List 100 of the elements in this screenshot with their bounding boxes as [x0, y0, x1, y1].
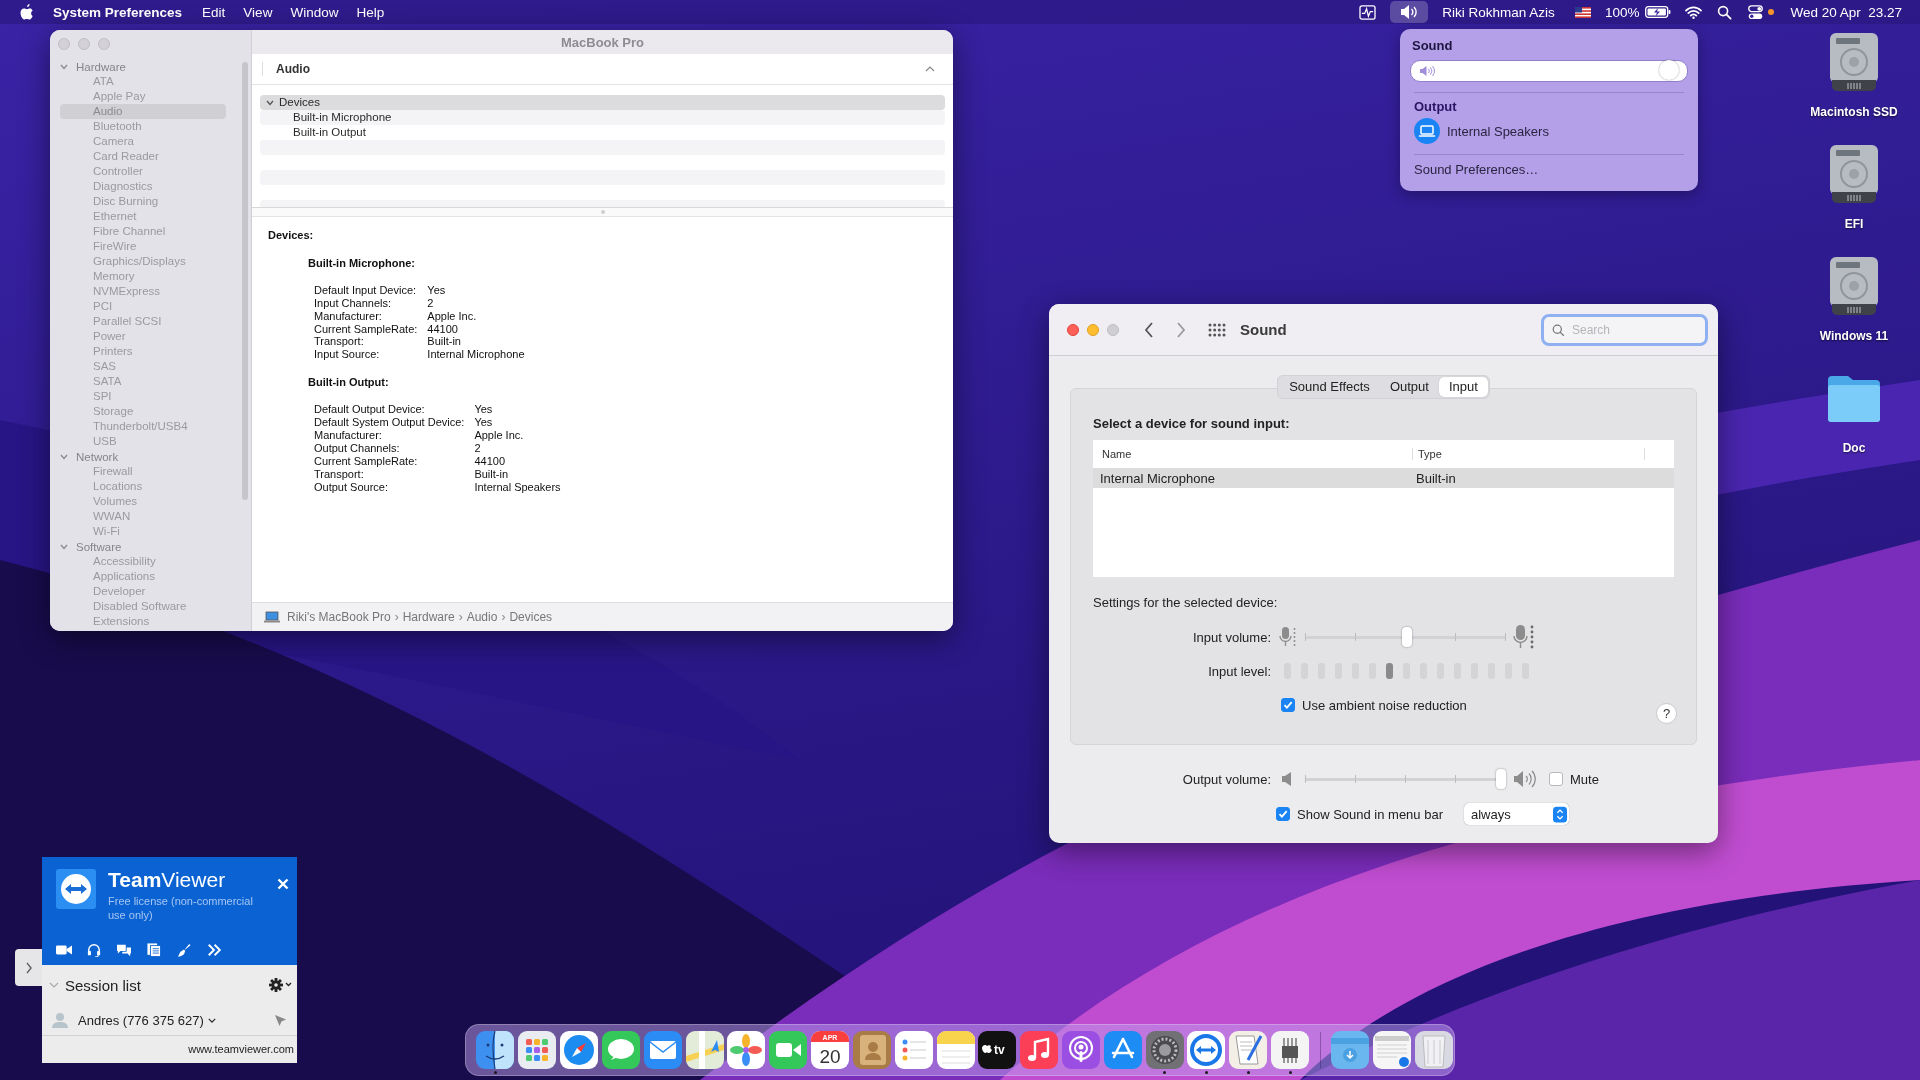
- sidebar-item[interactable]: Memory: [60, 269, 226, 284]
- sidebar-item[interactable]: Diagnostics: [60, 179, 226, 194]
- sidebar-item[interactable]: Ethernet: [60, 209, 226, 224]
- sidebar-item[interactable]: Wi-Fi: [60, 524, 226, 539]
- chevron-icon[interactable]: [207, 1017, 216, 1023]
- output-device[interactable]: Internal Speakers: [1410, 118, 1688, 144]
- sidebar-item[interactable]: PCI: [60, 299, 226, 314]
- brush-icon[interactable]: [176, 943, 192, 958]
- video-camera-icon[interactable]: [768, 1030, 809, 1070]
- icon-label[interactable]: EFI: [1844, 217, 1864, 231]
- flag-icon[interactable]: [1574, 6, 1591, 18]
- path-item[interactable]: Riki's MacBook Pro: [287, 610, 391, 624]
- flower-icon[interactable]: [726, 1030, 767, 1070]
- sidebar-item[interactable]: SAS: [60, 359, 226, 374]
- tab[interactable]: Output: [1379, 377, 1439, 397]
- side-tab[interactable]: [15, 949, 42, 986]
- checkbox[interactable]: Mute: [1549, 771, 1599, 787]
- checkbox-box[interactable]: [1276, 807, 1290, 821]
- sidebar-item[interactable]: Audio: [60, 104, 226, 119]
- app-menu[interactable]: System Preferences: [53, 4, 183, 20]
- music-note-icon[interactable]: [1019, 1030, 1060, 1070]
- sidebar-item[interactable]: Firewall: [60, 464, 226, 479]
- forward-icon[interactable]: [1176, 321, 1186, 338]
- session-entry[interactable]: Andres (776 375 627): [78, 1012, 204, 1028]
- checkbox[interactable]: Show Sound in menu bar: [1276, 806, 1443, 822]
- sidebar-item[interactable]: NVMExpress: [60, 284, 226, 299]
- close-button[interactable]: [1067, 323, 1079, 336]
- help-button[interactable]: ?: [1656, 702, 1677, 724]
- sidebar-item[interactable]: Developer: [60, 584, 226, 599]
- volume-menu-button[interactable]: [1390, 1, 1429, 23]
- sidebar-item[interactable]: Power: [60, 329, 226, 344]
- sidebar-item[interactable]: Thunderbolt/USB4: [60, 419, 226, 434]
- list-row[interactable]: Devices: [260, 95, 945, 110]
- wifi-icon[interactable]: [1685, 4, 1703, 20]
- sidebar-item[interactable]: Graphics/Displays: [60, 254, 226, 269]
- sidebar-item[interactable]: Card Reader: [60, 149, 226, 164]
- clock[interactable]: Wed 20 Apr 23.27: [1790, 4, 1902, 20]
- podcast-icon[interactable]: [1061, 1030, 1101, 1070]
- sidebar-group[interactable]: Hardware: [59, 59, 239, 74]
- slider-thumb[interactable]: [1658, 60, 1679, 80]
- sidebar-item[interactable]: Printers: [60, 344, 226, 359]
- pulse-icon[interactable]: [1359, 4, 1377, 20]
- sidebar-item[interactable]: Bluetooth: [60, 119, 226, 134]
- smiling-face-icon[interactable]: [475, 1030, 516, 1070]
- sidebar-group[interactable]: Network: [59, 449, 239, 464]
- user-name[interactable]: Riki Rokhman Azis: [1442, 4, 1555, 20]
- sidebar-item[interactable]: FireWire: [60, 239, 226, 254]
- sidebar-item[interactable]: Disabled Software: [60, 599, 226, 614]
- sidebar-item[interactable]: SATA: [60, 374, 226, 389]
- menu-item[interactable]: Window: [290, 4, 339, 20]
- paper-and-pen-icon[interactable]: [1228, 1030, 1269, 1070]
- path-item[interactable]: Audio: [466, 610, 498, 624]
- gear-icon[interactable]: [269, 978, 293, 992]
- sidebar-item[interactable]: Controller: [60, 164, 226, 179]
- sidebar-item[interactable]: Apple Pay: [60, 89, 226, 104]
- column-header[interactable]: Name: [1093, 448, 1413, 460]
- volume-slider[interactable]: [1410, 60, 1688, 82]
- checkbox[interactable]: Use ambient noise reduction: [1281, 697, 1467, 713]
- tab[interactable]: Sound Effects: [1279, 377, 1380, 397]
- sidebar-group[interactable]: Software: [59, 539, 239, 554]
- checkbox-box[interactable]: [1549, 772, 1563, 786]
- chat-bubbles-icon[interactable]: [116, 943, 132, 958]
- chevron-icon[interactable]: [266, 98, 274, 107]
- sidebar-item[interactable]: Storage: [60, 404, 226, 419]
- chip-icon[interactable]: [1270, 1030, 1311, 1070]
- sidebar-item[interactable]: Volumes: [60, 494, 226, 509]
- grid-icon[interactable]: [1208, 322, 1226, 337]
- sidebar-item[interactable]: Extensions: [60, 614, 226, 629]
- close-icon[interactable]: [277, 878, 289, 890]
- sidebar-item[interactable]: Parallel SCSI: [60, 314, 226, 329]
- app-store-icon[interactable]: [1102, 1030, 1143, 1070]
- search-field[interactable]: Search: [1541, 313, 1708, 346]
- slider-thumb[interactable]: [1496, 769, 1506, 789]
- menu-item[interactable]: Sound Preferences…: [1414, 162, 1688, 177]
- double-chevron-icon[interactable]: [206, 943, 222, 958]
- list-row[interactable]: Built-in Microphone: [260, 110, 945, 125]
- dropdown[interactable]: always: [1464, 803, 1569, 825]
- sidebar-item[interactable]: ATA: [60, 74, 226, 89]
- tv-icon[interactable]: tv: [977, 1030, 1018, 1070]
- list-row[interactable]: Built-in Output: [260, 125, 945, 140]
- icon-label[interactable]: Doc: [1842, 441, 1866, 455]
- trash-icon[interactable]: [1413, 1030, 1454, 1070]
- battery-icon[interactable]: [1645, 6, 1672, 18]
- column-header[interactable]: Type: [1413, 448, 1645, 460]
- map-icon[interactable]: [684, 1030, 725, 1070]
- envelope-icon[interactable]: [642, 1030, 683, 1070]
- checkbox-box[interactable]: [1281, 698, 1295, 712]
- apple-icon[interactable]: [20, 4, 34, 20]
- documents-icon[interactable]: [146, 943, 162, 958]
- sidebar-item[interactable]: SPI: [60, 389, 226, 404]
- grid-icon[interactable]: [517, 1030, 558, 1070]
- window-thumbnail-icon[interactable]: [1371, 1030, 1412, 1070]
- list-icon[interactable]: [893, 1030, 934, 1070]
- sidebar-item[interactable]: Applications: [60, 569, 226, 584]
- compass-icon[interactable]: [559, 1030, 600, 1070]
- column-header[interactable]: Audio: [262, 62, 310, 76]
- sidebar-item[interactable]: USB: [60, 434, 226, 449]
- toggle-switches-icon[interactable]: [1747, 4, 1765, 20]
- table-row[interactable]: Internal Microphone Built-in: [1093, 468, 1674, 488]
- sidebar-item[interactable]: Disc Burning: [60, 194, 226, 209]
